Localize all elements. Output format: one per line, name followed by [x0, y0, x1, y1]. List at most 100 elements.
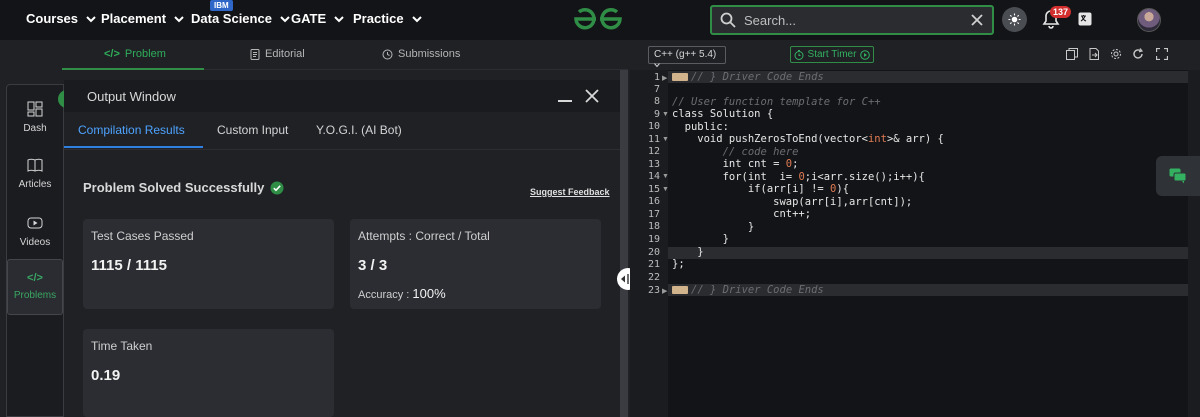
line-number: 9 [653, 109, 660, 120]
output-tab-indicator [64, 146, 203, 148]
line-number: 20 [647, 247, 660, 258]
settings-icon[interactable] [1110, 48, 1122, 60]
chat-button[interactable] [1156, 156, 1200, 196]
code-icon: </> [104, 48, 120, 60]
code-line: // } Driver Code Ends [672, 284, 824, 296]
code-line: } [672, 221, 755, 233]
code-line: swap(arr[i],arr[cnt]); [672, 196, 913, 208]
line-number: 21 [647, 259, 660, 270]
code-line: // User function template for C++ [672, 96, 881, 108]
fold-arrow-icon[interactable]: ▶ [662, 74, 667, 82]
translate-icon[interactable] [1078, 12, 1092, 26]
output-window: Output Window Compilation Results Custom… [64, 70, 620, 417]
line-number: 11 [647, 134, 660, 145]
line-number: 14 [647, 171, 660, 182]
chevron-down-icon [280, 15, 290, 22]
check-circle-icon [270, 181, 284, 194]
code-line: } [672, 246, 704, 258]
line-number: 22 [647, 272, 660, 283]
code-line: } [672, 233, 729, 245]
gfg-logo-icon[interactable] [572, 6, 624, 32]
nav-placement[interactable]: Placement [101, 11, 186, 26]
nav-courses[interactable]: Courses [26, 11, 98, 26]
reset-icon[interactable] [1132, 48, 1144, 60]
folded-code-marker[interactable] [672, 286, 688, 294]
tab-custom-input[interactable]: Custom Input [217, 123, 288, 137]
search-icon [720, 12, 736, 28]
panel-scrollbar[interactable] [620, 70, 628, 417]
search-box[interactable] [710, 5, 994, 35]
output-window-header: Output Window [64, 80, 620, 112]
fold-arrow-icon[interactable]: ▼ [662, 111, 669, 118]
line-number: 18 [647, 221, 660, 232]
tab-yogi-ai-bot[interactable]: Y.O.G.I. (AI Bot) [316, 123, 402, 137]
result-status: Problem Solved Successfully [83, 180, 284, 195]
code-line: class Solution { [672, 108, 774, 120]
fold-arrow-icon[interactable]: ▶ [662, 287, 667, 295]
start-timer-button[interactable]: Start Timer [790, 46, 874, 63]
timer-icon [794, 49, 804, 60]
chat-icon [1169, 168, 1187, 184]
line-number: 23 [647, 285, 660, 296]
code-line: for(int i= 0;i<arr.size();i++){ [672, 171, 925, 183]
chevron-down-icon [86, 15, 96, 22]
nav-data-science[interactable]: Data Science [191, 11, 292, 26]
code-line: if(arr[i] != 0){ [672, 183, 850, 195]
line-number: 7 [653, 84, 660, 95]
line-number: 8 [653, 96, 660, 107]
tab-submissions[interactable]: Submissions [382, 48, 460, 60]
sidebar-item-articles[interactable]: Articles [7, 157, 63, 190]
nav-practice[interactable]: Practice [353, 11, 424, 26]
chevron-down-icon [174, 15, 184, 22]
line-number: 16 [647, 196, 660, 207]
fold-arrow-icon[interactable]: ▼ [662, 186, 669, 193]
chevron-down-icon [411, 15, 422, 22]
time-taken-card: Time Taken 0.19 [83, 329, 334, 417]
attempts-card: Attempts : Correct / Total 3 / 3 Accurac… [350, 219, 601, 309]
close-icon[interactable] [584, 88, 600, 104]
sidebar-item-problems[interactable]: </> Problems [7, 259, 63, 315]
import-file-icon[interactable] [1088, 48, 1100, 60]
active-line-highlight [668, 247, 1188, 259]
sidebar: Dash Articles Videos </> Problems [6, 84, 64, 417]
chevron-down-icon [654, 63, 660, 68]
fold-arrow-icon[interactable]: ▼ [662, 173, 669, 180]
line-number: 13 [647, 159, 660, 170]
language-select[interactable]: C++ (g++ 5.4) [648, 46, 726, 68]
sidebar-item-videos[interactable]: Videos [7, 215, 63, 248]
editor-scrollbar[interactable] [1188, 70, 1200, 417]
dashboard-icon [27, 101, 43, 117]
line-number: 17 [647, 209, 660, 220]
code-line: }; [672, 258, 685, 270]
copy-icon[interactable] [1066, 48, 1078, 60]
line-number: 19 [647, 234, 660, 245]
code-line: // code here [672, 146, 799, 158]
clear-icon[interactable] [970, 13, 984, 27]
tab-editorial[interactable]: Editorial [250, 48, 305, 60]
minimize-button[interactable] [558, 100, 572, 102]
problem-tabbar: </> Problem Editorial Submissions [62, 40, 628, 70]
tab-problem[interactable]: </> Problem [104, 48, 166, 60]
folded-code-marker[interactable] [672, 73, 688, 81]
user-avatar[interactable] [1137, 8, 1161, 32]
top-navbar: Courses Placement IBM Data Science GATE … [0, 0, 1200, 40]
sun-icon [1008, 13, 1021, 26]
nav-gate[interactable]: GATE [291, 11, 346, 26]
code-line: void pushZerosToEnd(vector<int>& arr) { [672, 133, 944, 145]
code-editor[interactable] [668, 70, 1188, 417]
code-line: int cnt = 0; [672, 158, 799, 170]
fold-arrow-icon[interactable]: ▼ [662, 136, 669, 143]
suggest-feedback-link[interactable]: Suggest Feedback [530, 187, 610, 197]
sidebar-item-dash[interactable]: Dash [7, 101, 63, 134]
line-number: 12 [647, 146, 660, 157]
line-number: 15 [647, 184, 660, 195]
search-input[interactable] [744, 12, 962, 28]
accuracy-text: Accuracy : 100% [358, 286, 446, 301]
code-line: public: [672, 121, 729, 133]
fullscreen-icon[interactable] [1156, 48, 1168, 60]
tab-compilation-results[interactable]: Compilation Results [78, 123, 185, 137]
code-line: // } Driver Code Ends [672, 71, 824, 83]
line-number: 10 [647, 121, 660, 132]
theme-toggle-button[interactable] [1002, 7, 1027, 32]
chevron-down-icon [334, 15, 344, 22]
